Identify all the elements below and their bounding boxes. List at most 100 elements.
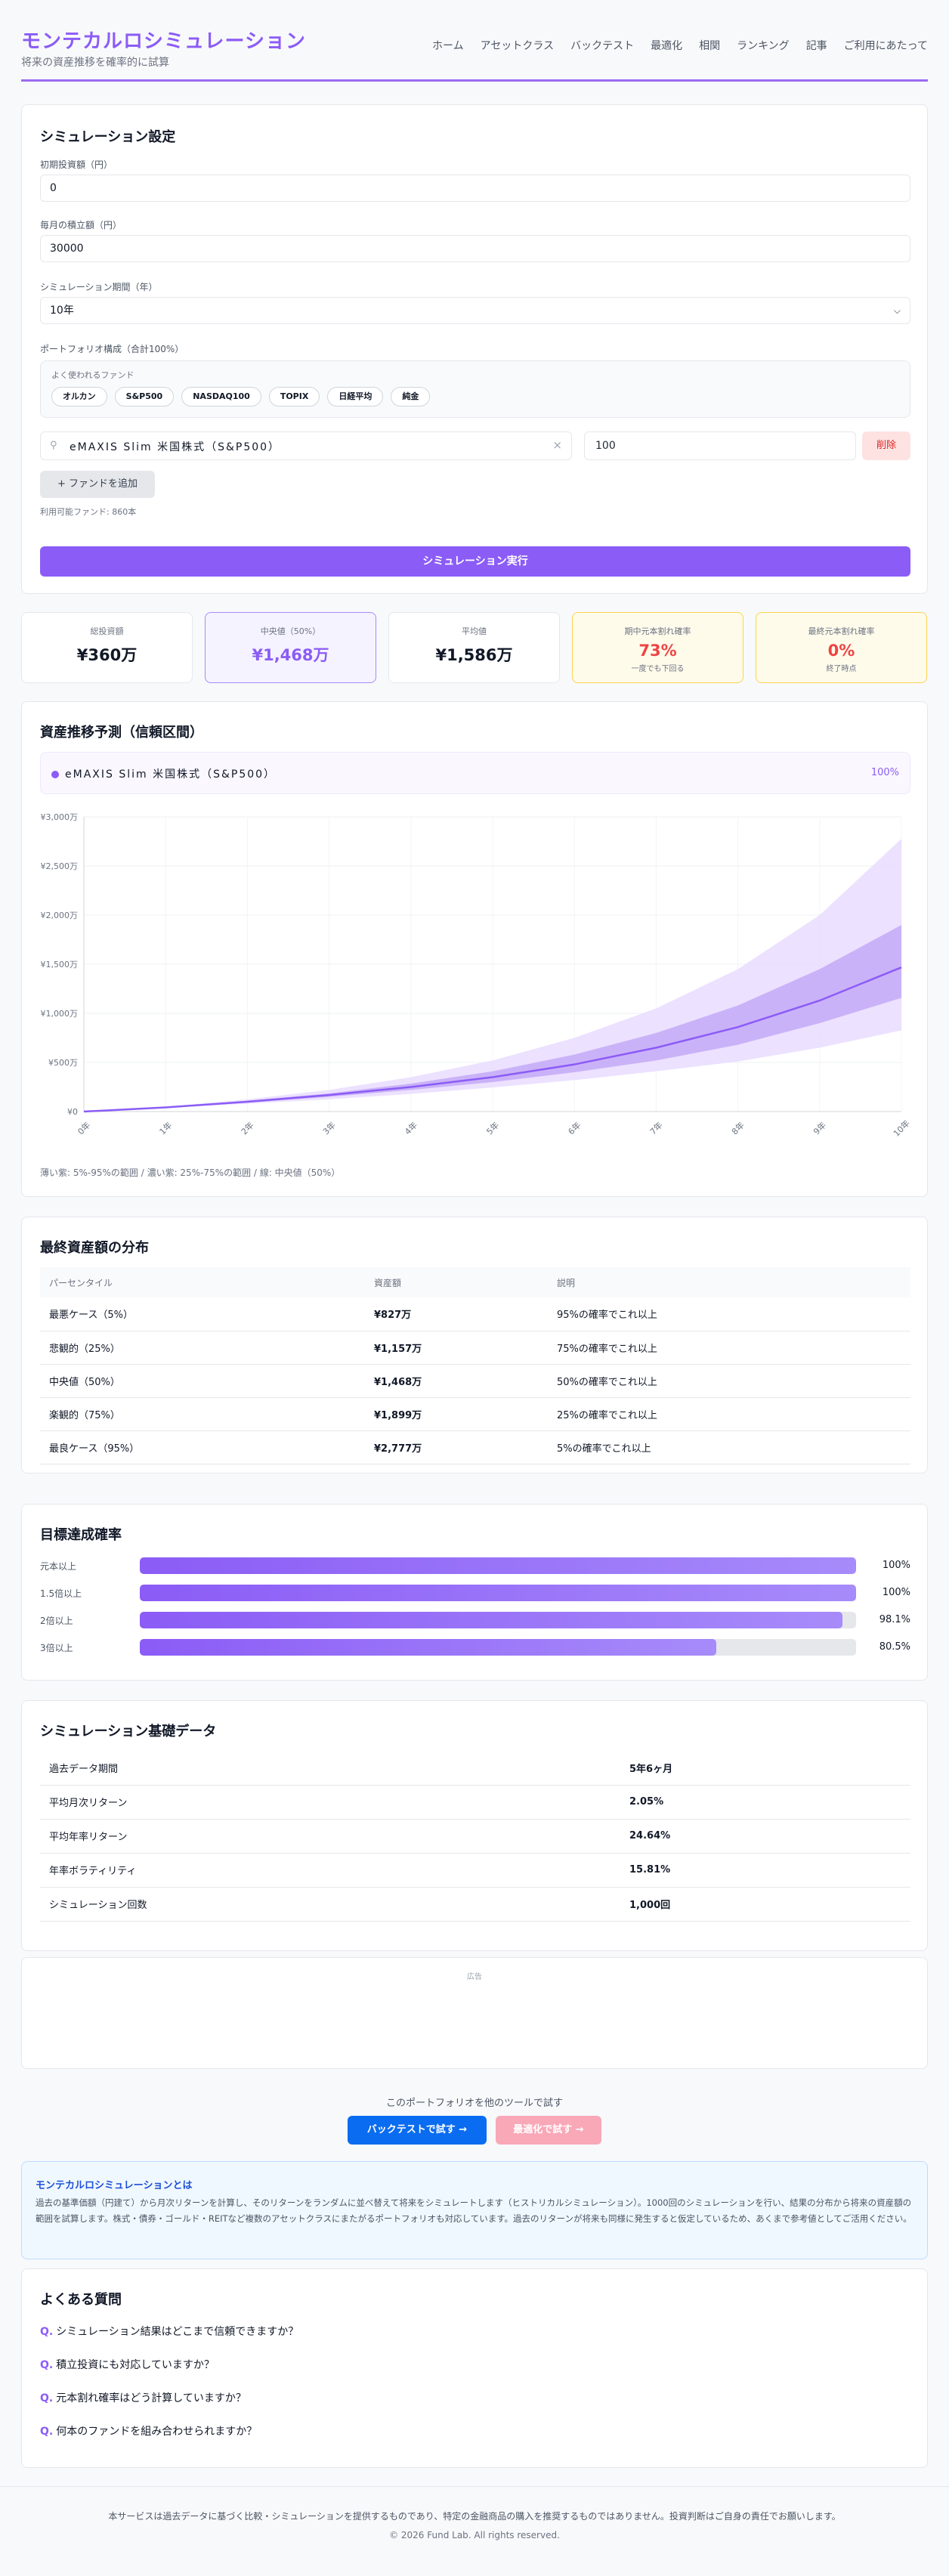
cell-amount: ¥827万 (365, 1297, 548, 1331)
cell-percentile: 楽観的（75%） (40, 1397, 365, 1431)
nav-asset-class[interactable]: アセットクラス (481, 38, 554, 53)
table-row: 過去データ期間 5年6ヶ月 (40, 1751, 910, 1786)
nav-backtest[interactable]: バックテスト (570, 38, 634, 53)
cell-description: 75%の確率でこれ以上 (548, 1331, 910, 1365)
optimize-button[interactable]: 最適化で試す → (496, 2116, 601, 2145)
fund-chip[interactable]: NASDAQ100 (181, 387, 261, 407)
goal-row: 1.5倍以上 100% (40, 1585, 910, 1601)
table-row: 平均月次リターン 2.05% (40, 1785, 910, 1820)
backtest-button[interactable]: バックテストで試す → (348, 2116, 487, 2145)
goal-bar-track (140, 1639, 856, 1656)
fund-chip[interactable]: TOPIX (268, 387, 320, 407)
settings-title: シミュレーション設定 (40, 129, 176, 145)
table-row: 楽観的（75%） ¥1,899万 25%の確率でこれ以上 (40, 1397, 910, 1431)
goal-bar-fill (140, 1639, 717, 1656)
faq-card: よくある質問 Q. シミュレーション結果はどこまで信頼できますか？ Q. 積立投資に… (21, 2268, 928, 2468)
base-data-card: シミュレーション基礎データ 過去データ期間 5年6ヶ月 平均月次リターン 2.05%… (21, 1700, 928, 1951)
col-amount: 資産額 (365, 1267, 548, 1297)
stat-final-loss-prob: 最終元本割れ確率 0% 終了時点 (756, 612, 927, 683)
x-tick-label: 2年 (239, 1120, 256, 1137)
fund-chip[interactable]: オルカン (51, 387, 107, 407)
goal-value: 80.5% (879, 1641, 910, 1653)
faq-title: よくある質問 (40, 2292, 122, 2308)
add-fund-button[interactable]: + ファンドを追加 (40, 471, 155, 498)
delete-fund-button[interactable]: 削除 (862, 431, 910, 460)
nav-terms[interactable]: ご利用にあたって (844, 38, 928, 53)
cell-percentile: 悲観的（25%） (40, 1331, 365, 1365)
cell-value: 15.81% (620, 1853, 910, 1888)
faq-item[interactable]: Q. シミュレーション結果はどこまで信頼できますか？ (40, 2324, 298, 2339)
x-tick-label: 9年 (811, 1120, 828, 1137)
stat-median: 中央値（50%） ¥1,468万 (205, 612, 376, 683)
cell-amount: ¥1,468万 (365, 1364, 548, 1398)
faq-question: 積立投資にも対応していますか？ (56, 2359, 215, 2371)
stat-interim-loss-prob: 期中元本割れ確率 73% 一度でも下回る (572, 612, 743, 683)
stat-label: 中央値（50%） (260, 626, 321, 636)
cell-value: 5年6ヶ月 (620, 1751, 910, 1786)
stat-label: 最終元本割れ確率 (808, 626, 875, 636)
period-select[interactable]: 10年 ⌵ (40, 297, 910, 324)
cell-percentile: 最良ケース（95%） (40, 1430, 365, 1464)
x-tick-label: 10年 (891, 1118, 910, 1139)
site-subtitle: 将来の資産推移を確率的に試算 (21, 57, 169, 69)
fund-search-input[interactable]: ⚲ eMAXIS Slim 米国株式（S&P500） × (40, 431, 572, 460)
site-title[interactable]: モンテカルロシミュレーション (21, 26, 306, 54)
faq-item[interactable]: Q. 何本のファンドを組み合わせられますか？ (40, 2423, 257, 2438)
x-tick-label: 3年 (320, 1120, 338, 1137)
fund-name-value: eMAXIS Slim 米国株式（S&P500） (70, 441, 281, 453)
nav-ranking[interactable]: ランキング (737, 38, 790, 53)
cell-key: 年率ボラティリティ (40, 1853, 620, 1888)
cell-percentile: 最悪ケース（5%） (40, 1297, 365, 1331)
cell-amount: ¥1,157万 (365, 1331, 548, 1365)
chart-card: 資産推移予測（信頼区間） eMAXIS Slim 米国株式（S&P500） 10… (21, 701, 928, 1197)
fund-legend: eMAXIS Slim 米国株式（S&P500） 100% (40, 752, 910, 794)
period-value: 10年 (50, 305, 74, 317)
stat-value: 0% (827, 642, 855, 660)
nav-home[interactable]: ホーム (432, 38, 464, 53)
nav-optimize[interactable]: 最適化 (651, 38, 682, 53)
faq-question: シミュレーション結果はどこまで信頼できますか？ (56, 2326, 299, 2338)
site-header: モンテカルロシミュレーション 将来の資産推移を確率的に試算 ホーム アセットクラ… (21, 0, 928, 82)
goal-bar-track (140, 1612, 856, 1628)
portfolio-label: ポートフォリオ構成（合計100%） (40, 344, 184, 354)
legend-fund-name: eMAXIS Slim 米国株式（S&P500） (65, 768, 277, 781)
faq-item[interactable]: Q. 積立投資にも対応していますか？ (40, 2357, 215, 2372)
x-tick-label: 7年 (648, 1120, 665, 1137)
chart-title: 資産推移予測（信頼区間） (40, 725, 203, 741)
cell-description: 25%の確率でこれ以上 (548, 1397, 910, 1431)
cell-value: 1,000回 (620, 1887, 910, 1922)
cell-value: 2.05% (620, 1785, 910, 1820)
fund-chip[interactable]: S&P500 (114, 387, 175, 407)
info-body: 過去の基準価額（円建て）から月次リターンを計算し、そのリターンをランダムに並べ替… (36, 2197, 912, 2224)
goals-card: 目標達成確率 元本以上 100% 1.5倍以上 100% 2倍以上 98.1% … (21, 1504, 928, 1681)
table-header-row: パーセンタイル 資産額 説明 (40, 1267, 910, 1297)
stat-mean: 平均値 ¥1,586万 (388, 612, 560, 683)
favorite-funds-chips: オルカン S&P500 NASDAQ100 TOPIX 日経平均 純金 (51, 387, 431, 407)
favorite-funds-box: よく使われるファンド オルカン S&P500 NASDAQ100 TOPIX 日… (40, 360, 910, 418)
x-tick-label: 1年 (157, 1120, 175, 1137)
cell-description: 95%の確率でこれ以上 (548, 1297, 910, 1331)
chart-note: 薄い紫: 5%-95%の範囲 / 濃い紫: 25%-75%の範囲 / 線: 中央… (40, 1167, 341, 1178)
stat-label: 総投資額 (90, 626, 124, 636)
distribution-title: 最終資産額の分布 (40, 1240, 149, 1256)
clear-icon[interactable]: × (552, 438, 562, 452)
fund-chip[interactable]: 純金 (391, 387, 431, 407)
goal-bar-fill (140, 1585, 856, 1601)
y-tick-label: ¥1,000万 (41, 1009, 79, 1019)
stat-label: 平均値 (462, 626, 487, 636)
ad-label: 広告 (467, 1973, 482, 1981)
stat-sub: 終了時点 (826, 665, 857, 673)
cell-key: 過去データ期間 (40, 1751, 620, 1786)
table-row: 最悪ケース（5%） ¥827万 95%の確率でこれ以上 (40, 1297, 910, 1331)
table-row: シミュレーション回数 1,000回 (40, 1887, 910, 1922)
nav-articles[interactable]: 記事 (806, 38, 827, 53)
faq-item[interactable]: Q. 元本割れ確率はどう計算していますか？ (40, 2390, 246, 2405)
fund-weight-input[interactable]: 100 (584, 431, 856, 460)
monthly-amount-input[interactable]: 30000 (40, 235, 910, 262)
confidence-interval-chart: ¥0 ¥500万 ¥1,000万 ¥1,500万 ¥2,000万 ¥2,500万 ¥3,00… (41, 812, 911, 1139)
fund-chip[interactable]: 日経平均 (327, 387, 384, 407)
run-simulation-button[interactable]: シミュレーション実行 (40, 546, 910, 577)
initial-investment-input[interactable]: 0 (40, 175, 910, 202)
nav-correlation[interactable]: 相関 (699, 38, 720, 53)
goal-bar-track (140, 1557, 856, 1574)
